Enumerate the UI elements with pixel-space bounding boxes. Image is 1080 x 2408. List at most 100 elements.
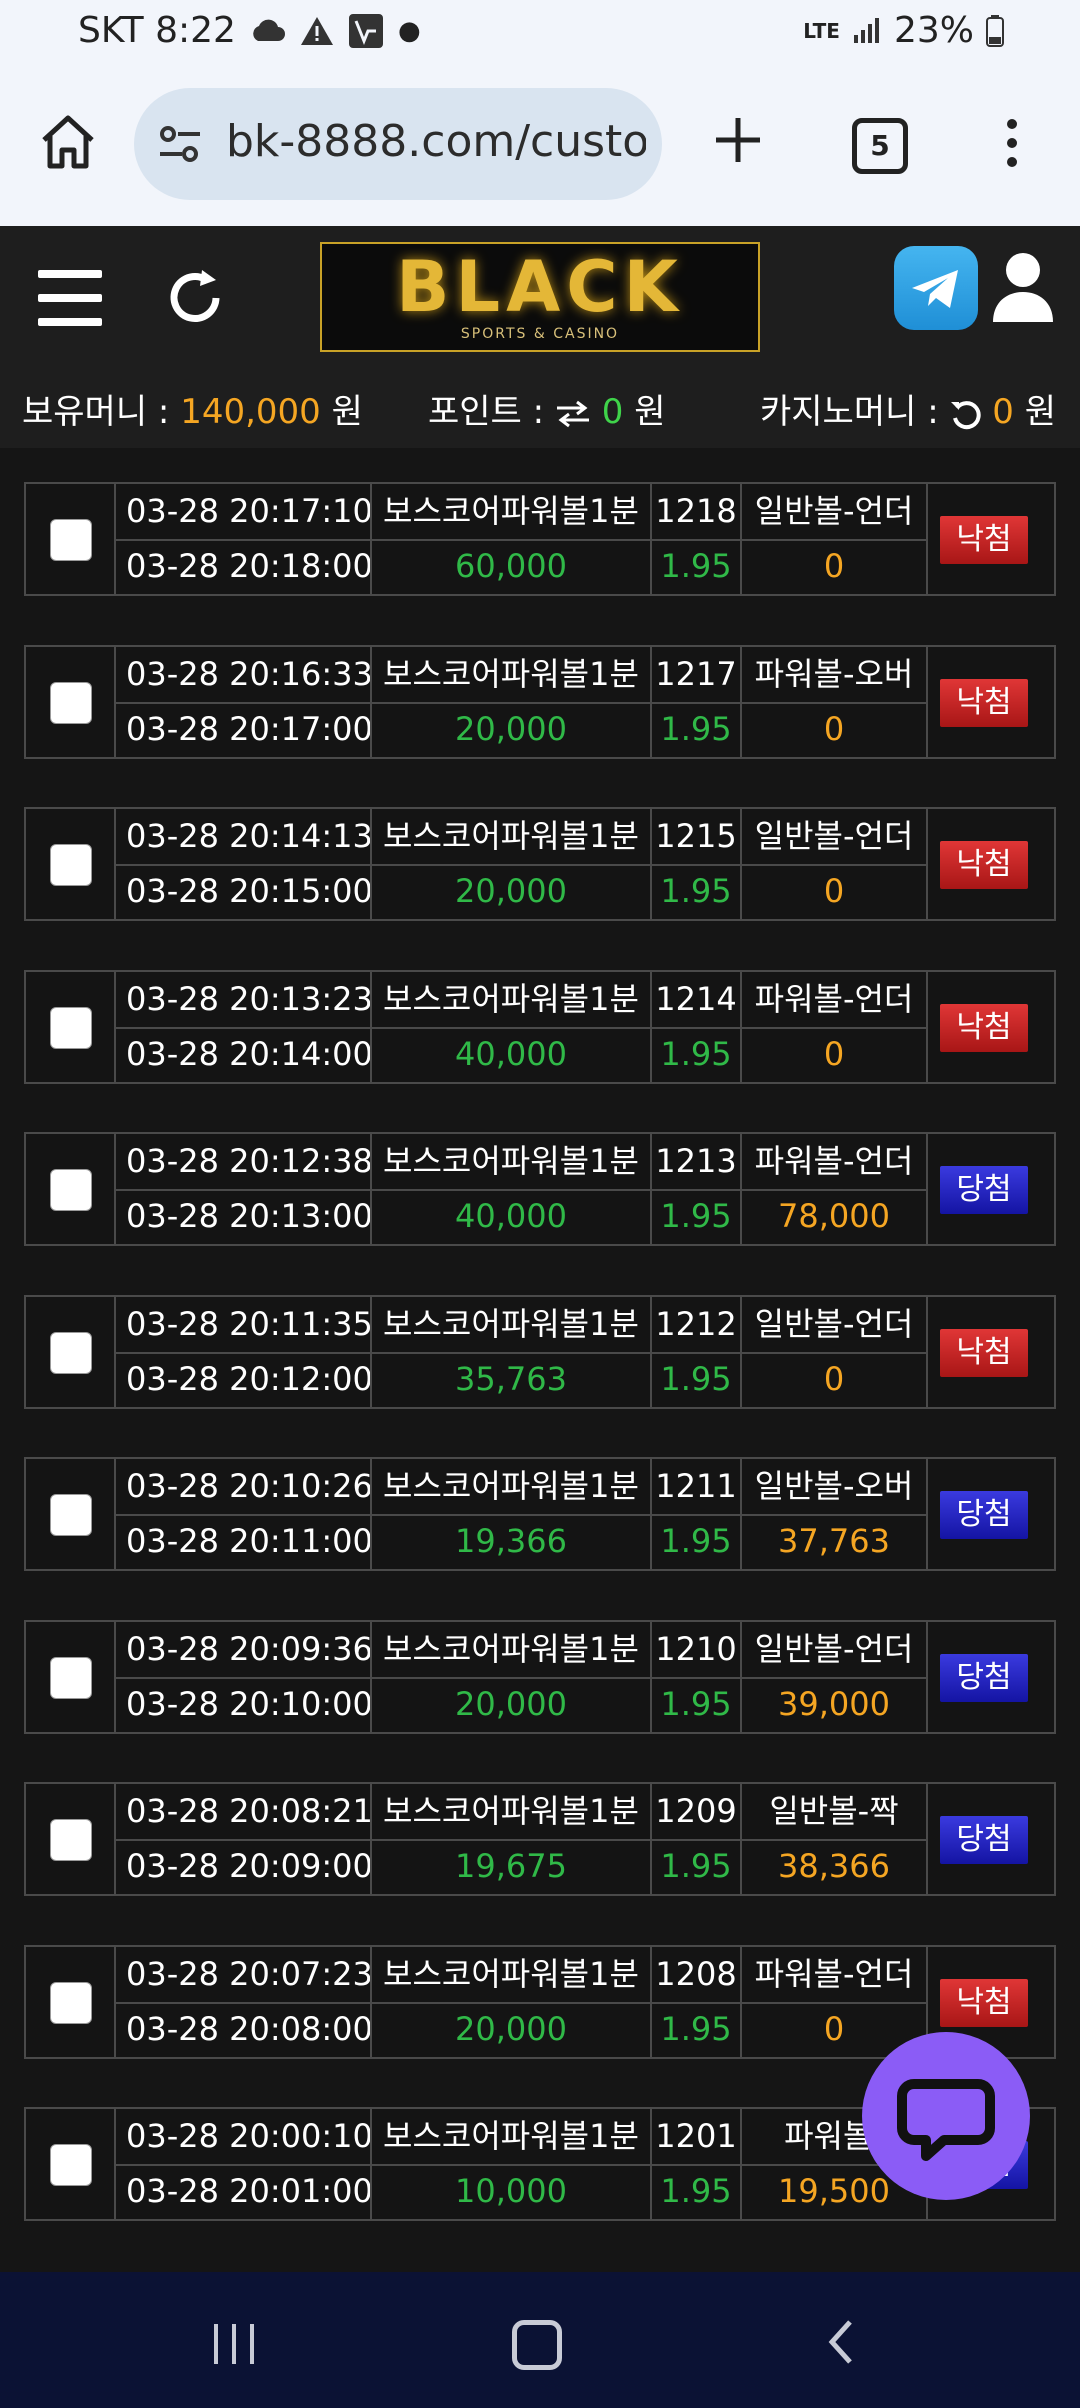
result-badge: 낙첨: [940, 1328, 1028, 1377]
draw-time: 03-28 20:18:00: [116, 539, 372, 596]
bet-row[interactable]: 03-28 20:17:10 보스코어파워볼1분 1218 일반볼-언더 03-28 2…: [24, 482, 1056, 596]
bet-row[interactable]: 03-28 20:12:38 보스코어파워볼1분 1213 파워볼-언더 03-28 2…: [24, 1132, 1056, 1246]
point-label: 포인트 :: [428, 392, 545, 432]
hamburger-menu-icon[interactable]: [36, 266, 104, 330]
money-value: 140,000: [180, 392, 321, 432]
checkbox-cell: [26, 484, 116, 594]
result-badge: 당첨: [940, 1816, 1028, 1864]
result-cell: 낙첨: [928, 1297, 1054, 1407]
user-profile-icon[interactable]: [990, 250, 1056, 324]
bet-time: 03-28 20:17:10: [116, 484, 372, 541]
bet-pick: 일반볼-언더: [742, 1296, 928, 1354]
payout-amount: 0: [742, 1351, 928, 1409]
site-settings-icon[interactable]: [156, 122, 204, 166]
round-number: 1215: [652, 809, 742, 866]
bet-odds: 1.95: [652, 1026, 742, 1084]
bet-time: 03-28 20:08:21: [116, 1784, 372, 1841]
row-checkbox[interactable]: [50, 2144, 92, 2186]
bet-row[interactable]: 03-28 20:14:13 보스코어파워볼1분 1215 일반볼-언더 03-28 2…: [24, 807, 1056, 921]
result-cell: 당첨: [928, 1459, 1054, 1569]
bet-pick: 파워볼-언더: [742, 1946, 928, 2004]
row-checkbox[interactable]: [50, 519, 92, 561]
bet-odds: 1.95: [652, 1839, 742, 1896]
draw-time: 03-28 20:08:00: [116, 2001, 372, 2059]
row-checkbox[interactable]: [50, 1494, 92, 1536]
bet-amount: 19,675: [372, 1839, 652, 1896]
draw-time: 03-28 20:10:00: [116, 1676, 372, 1734]
result-badge: 낙첨: [940, 841, 1028, 889]
payout-amount: 78,000: [742, 1189, 928, 1246]
system-nav-bar: [0, 2272, 1080, 2408]
bet-amount: 20,000: [372, 701, 652, 759]
telegram-button[interactable]: [894, 246, 978, 330]
bet-odds: 1.95: [652, 1514, 742, 1571]
result-badge: 당첨: [940, 1653, 1028, 1702]
status-bar: SKT 8:22 ● LTE 23%: [0, 0, 1080, 68]
row-checkbox[interactable]: [50, 1169, 92, 1211]
bet-row[interactable]: 03-28 20:11:35 보스코어파워볼1분 1212 일반볼-언더 03-28 2…: [24, 1294, 1056, 1409]
bet-amount: 40,000: [372, 1026, 652, 1084]
bet-row[interactable]: 03-28 20:10:26 보스코어파워볼1분 1211 일반볼-오버 03-28 2…: [24, 1457, 1056, 1571]
bet-odds: 1.95: [652, 1676, 742, 1734]
row-checkbox[interactable]: [50, 1331, 92, 1374]
refresh-icon[interactable]: [166, 264, 226, 328]
bet-pick: 파워볼-언더: [742, 971, 928, 1029]
payout-amount: 0: [742, 864, 928, 921]
bet-odds: 1.95: [652, 1351, 742, 1409]
draw-time: 03-28 20:01:00: [116, 2164, 372, 2221]
url-text[interactable]: bk-8888.com/custom: [226, 116, 646, 167]
bet-time: 03-28 20:12:38: [116, 1134, 372, 1191]
bet-pick: 일반볼-언더: [742, 484, 928, 541]
balance-points: 포인트 : 0 원: [428, 384, 665, 433]
payout-amount: 0: [742, 701, 928, 759]
exchange-icon[interactable]: [555, 400, 591, 428]
bet-time: 03-28 20:11:35: [116, 1296, 372, 1354]
draw-time: 03-28 20:09:00: [116, 1839, 372, 1896]
battery-icon: [986, 14, 1004, 47]
recent-apps-icon[interactable]: [210, 2322, 258, 2366]
row-checkbox[interactable]: [50, 1656, 92, 1699]
checkbox-cell: [26, 1296, 116, 1407]
row-checkbox[interactable]: [50, 1981, 92, 2024]
row-checkbox[interactable]: [50, 1819, 92, 1861]
bet-row[interactable]: 03-28 20:16:33 보스코어파워볼1분 1217 파워볼-오버 03-28 2…: [24, 644, 1056, 759]
game-name: 보스코어파워볼1분: [372, 1621, 652, 1679]
game-name: 보스코어파워볼1분: [372, 1134, 652, 1191]
checkbox-cell: [26, 646, 116, 757]
round-number: 1218: [652, 484, 742, 541]
app-notification-icon: [348, 13, 383, 48]
tab-switcher-button[interactable]: 5: [852, 118, 908, 174]
dot-icon: ●: [397, 15, 421, 46]
balance-row: 보유머니 : 140,000 원 포인트 : 0 원 카지노머니 : 0 원: [0, 376, 1080, 432]
row-checkbox[interactable]: [50, 681, 92, 724]
bet-time: 03-28 20:07:23: [116, 1946, 372, 2004]
home-icon[interactable]: [38, 114, 98, 170]
chat-icon: [897, 2079, 995, 2161]
site-logo[interactable]: BLACK SPORTS & CASINO: [320, 242, 760, 352]
result-cell: 당첨: [928, 1134, 1054, 1244]
row-checkbox[interactable]: [50, 1006, 92, 1049]
back-icon[interactable]: [826, 2318, 854, 2366]
address-bar[interactable]: bk-8888.com/custom: [134, 88, 662, 200]
payout-amount: 39,000: [742, 1676, 928, 1734]
nav-home-icon[interactable]: [512, 2320, 562, 2370]
logo-text: BLACK: [396, 246, 684, 328]
result-badge: 낙첨: [940, 1978, 1028, 2027]
checkbox-cell: [26, 809, 116, 919]
draw-time: 03-28 20:15:00: [116, 864, 372, 921]
bet-row[interactable]: 03-28 20:09:36 보스코어파워볼1분 1210 일반볼-언더 03-28 2…: [24, 1619, 1056, 1734]
logo-subtitle: SPORTS & CASINO: [460, 326, 620, 342]
bet-row[interactable]: 03-28 20:08:21 보스코어파워볼1분 1209 일반볼-짝 03-28 20…: [24, 1782, 1056, 1896]
new-tab-icon[interactable]: [710, 112, 766, 168]
casino-refresh-icon[interactable]: [949, 398, 982, 430]
row-checkbox[interactable]: [50, 844, 92, 886]
live-chat-button[interactable]: [862, 2032, 1030, 2200]
result-badge: 당첨: [940, 1491, 1028, 1539]
network-type: LTE: [803, 18, 840, 43]
round-number: 1211: [652, 1459, 742, 1516]
payout-amount: 38,366: [742, 1839, 928, 1896]
bet-row[interactable]: 03-28 20:13:23 보스코어파워볼1분 1214 파워볼-언더 03-28 2…: [24, 969, 1056, 1084]
more-menu-icon[interactable]: [1000, 118, 1024, 168]
result-badge: 낙첨: [940, 1003, 1028, 1052]
bet-odds: 1.95: [652, 701, 742, 759]
